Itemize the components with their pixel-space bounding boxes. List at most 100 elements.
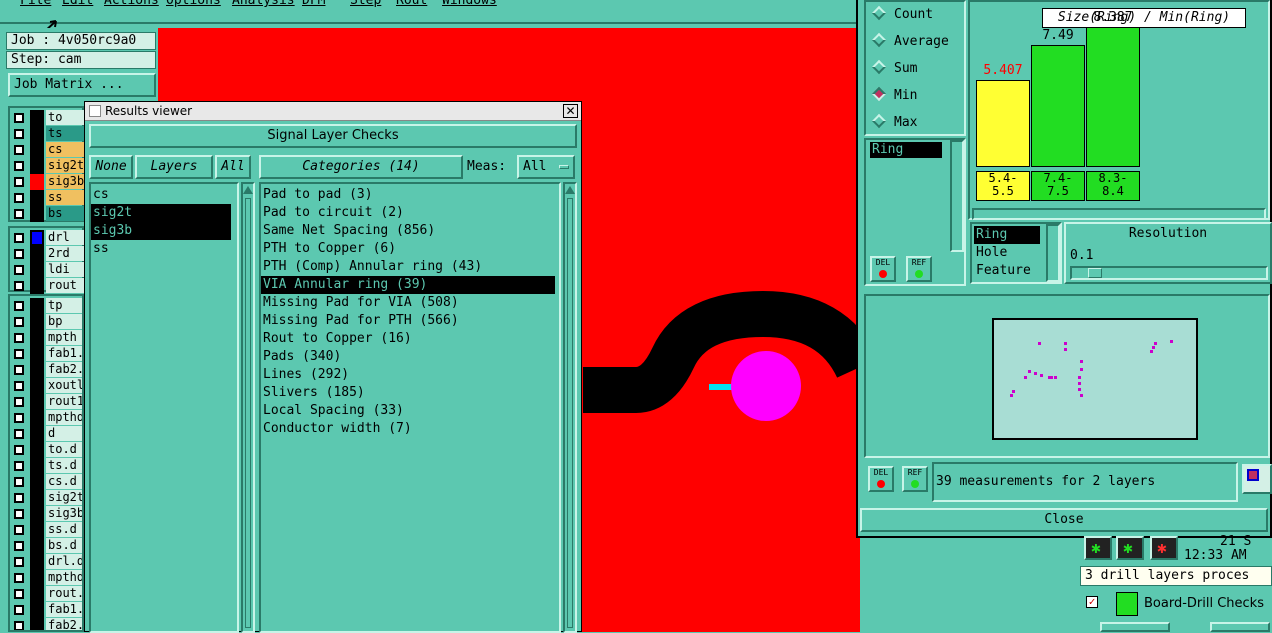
layer-row[interactable]: sig2t [12,490,82,506]
stat-option-count[interactable]: Count [871,5,933,24]
layer-name[interactable]: ts [46,126,84,141]
histogram-bar[interactable] [1031,45,1085,167]
layer-name[interactable]: sig3b [46,174,84,189]
menu-edit[interactable]: Edit [62,0,93,8]
layer-checkbox[interactable] [14,413,24,423]
category-list-item[interactable]: Slivers (185) [261,384,555,402]
layer-row[interactable]: rout [12,278,86,294]
layer-name[interactable]: ts.d [46,458,82,473]
menu-dfm[interactable]: DFM [302,0,325,8]
categories-list[interactable]: Pad to pad (3) Pad to circuit (2) Same Net… [259,182,561,633]
layer-row[interactable]: ldi [12,262,86,278]
layer-checkbox[interactable] [14,129,24,139]
layer-name[interactable]: rout [46,278,84,293]
layer-name[interactable]: to [46,110,84,125]
measure-field-scrollbar[interactable] [1046,224,1060,282]
layer-row[interactable]: ss.d [12,522,82,538]
layer-name[interactable]: drl.d [46,554,82,569]
layer-row[interactable]: bs.d [12,538,82,554]
layer-checkbox[interactable] [14,349,24,359]
layer-checkbox[interactable] [14,541,24,551]
layer-row[interactable]: fab2. [12,362,82,378]
layer-checkbox[interactable] [14,317,24,327]
all-button[interactable]: All [215,155,251,179]
layer-checkbox[interactable] [14,429,24,439]
layer-row[interactable]: mpth [12,330,82,346]
layer-row[interactable]: drl.d [12,554,82,570]
layer-name[interactable]: fab2. [46,362,82,377]
field-list[interactable]: Ring DEL REF [864,138,966,286]
category-list-item[interactable]: Local Spacing (33) [261,402,555,420]
layer-row[interactable]: fab1. [12,602,82,618]
layer-checkbox[interactable] [14,557,24,567]
overview-map[interactable] [864,294,1270,458]
menu-rout[interactable]: Rout [396,0,427,8]
layer-checkbox[interactable] [14,573,24,583]
layer-checkbox[interactable] [14,301,24,311]
none-button[interactable]: None [89,155,133,179]
layer-list-item[interactable]: sig2t [91,204,231,222]
layer-name[interactable]: cs [46,142,84,157]
resolution-slider-thumb[interactable] [1088,268,1102,278]
layer-row[interactable]: to.d [12,442,82,458]
layer-checkbox[interactable] [14,161,24,171]
layer-name[interactable]: ldi [46,262,84,277]
measure-field-item[interactable]: Ring [974,226,1040,244]
histogram-bar[interactable] [976,80,1030,167]
menu-analysis[interactable]: Analysis [232,0,295,8]
layer-checkbox[interactable] [14,493,24,503]
resolution-slider[interactable] [1070,266,1268,280]
layer-name[interactable]: rout. [46,586,82,601]
layers-scrollbar[interactable] [241,182,255,633]
del-button[interactable]: DEL [870,256,896,282]
close-window-icon[interactable]: ✕ [563,104,578,118]
layer-name[interactable]: 2rd [46,246,84,261]
layer-name[interactable]: d [46,426,82,441]
layer-row[interactable]: drl [12,230,86,246]
category-list-item[interactable]: PTH to Copper (6) [261,240,555,258]
layer-name[interactable]: mpthd [46,570,82,585]
layer-list-item[interactable]: sig3b [91,222,231,240]
layer-checkbox[interactable] [14,113,24,123]
menu-actions[interactable]: Actions [104,0,159,8]
menu-options[interactable]: Options [166,0,221,8]
layer-checkbox[interactable] [14,249,24,259]
category-list-item[interactable]: Pad to circuit (2) [261,204,555,222]
ref-button-bottom[interactable]: REF [902,466,928,492]
layer-row[interactable]: cs [12,142,86,158]
measure-field-item[interactable]: Hole [974,244,1040,262]
layer-checkbox[interactable] [14,445,24,455]
layer-checkbox[interactable] [14,397,24,407]
runner-stop-icon[interactable]: ✱ [1150,536,1178,560]
layer-row[interactable]: ss [12,190,86,206]
measure-field-list[interactable]: Ring Hole Feature [970,222,1062,284]
field-list-scrollbar[interactable] [950,140,964,252]
zoom-to-icon[interactable] [1242,464,1272,494]
category-list-item[interactable]: Conductor width (7) [261,420,555,438]
layer-checkbox[interactable] [14,477,24,487]
layer-name[interactable]: ss [46,190,84,205]
layer-checkbox[interactable] [14,281,24,291]
categories-scrollbar[interactable] [563,182,577,633]
layer-list-item[interactable]: ss [91,240,231,258]
layer-name[interactable]: fab2. [46,618,82,630]
layer-name[interactable]: bs.d [46,538,82,553]
layer-checkbox[interactable] [14,209,24,219]
menu-step[interactable]: Step [350,0,381,8]
layer-row[interactable]: ts [12,126,86,142]
layer-name[interactable]: rout1 [46,394,82,409]
layer-row[interactable]: 2rd [12,246,86,262]
meas-dropdown[interactable]: All [517,155,575,179]
layer-name[interactable]: fab1. [46,346,82,361]
layer-row[interactable]: rout1 [12,394,82,410]
layer-row[interactable]: fab2. [12,618,82,630]
layer-row[interactable]: mpthd [12,570,82,586]
task-button[interactable] [1210,622,1270,632]
layer-row[interactable]: rout. [12,586,82,602]
menu-windows[interactable]: Windows [442,0,497,8]
task-checkbox[interactable]: ✓ [1086,596,1098,608]
layer-name[interactable]: sig2t [46,158,84,173]
layer-checkbox[interactable] [14,233,24,243]
stat-option-max[interactable]: Max [871,113,917,132]
stat-option-average[interactable]: Average [871,32,949,51]
